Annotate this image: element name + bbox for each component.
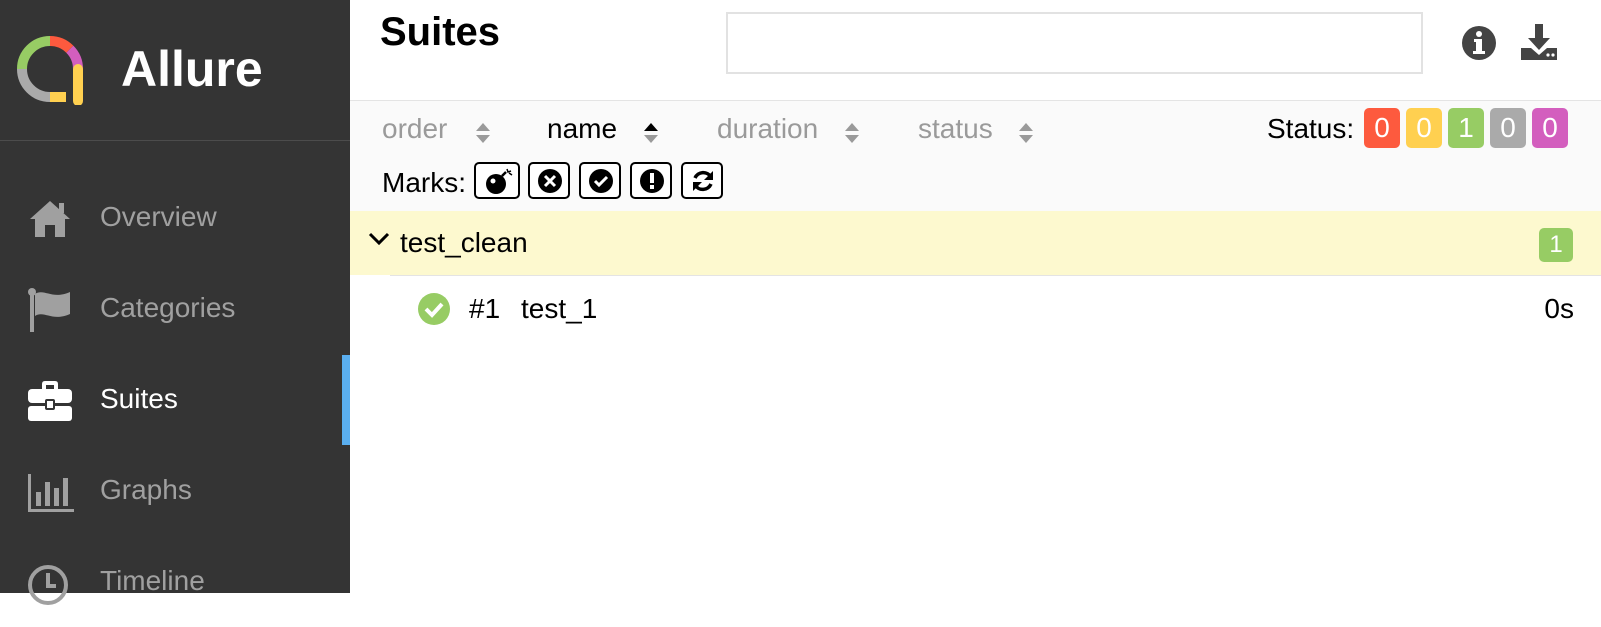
mark-new-passed-button[interactable] — [579, 162, 621, 199]
download-button[interactable] — [1518, 22, 1560, 64]
tree-group-row[interactable]: test_clean 1 — [350, 211, 1601, 275]
group-count-badge: 1 — [1539, 228, 1573, 262]
sort-status[interactable]: status — [918, 113, 1033, 145]
sidebar-item-label: Timeline — [100, 565, 205, 596]
clock-icon — [28, 565, 68, 605]
mark-new-failed-button[interactable] — [528, 162, 570, 199]
toolbar: order name duration status Status: 0 0 1… — [350, 100, 1601, 212]
bar-chart-icon — [28, 474, 74, 512]
sidebar-item-label: Overview — [100, 201, 217, 232]
status-filter-label: Status: — [1267, 113, 1355, 144]
group-name: test_clean — [400, 227, 528, 258]
info-button[interactable] — [1458, 22, 1500, 64]
sidebar-item-label: Categories — [100, 292, 236, 323]
times-circle-icon — [538, 169, 562, 193]
sidebar-item-graphs[interactable]: Graphs — [0, 446, 350, 536]
mark-new-broken-button[interactable] — [630, 162, 672, 199]
sort-order[interactable]: order — [382, 113, 490, 145]
status-filter-skipped[interactable]: 0 — [1490, 108, 1526, 148]
home-icon — [30, 201, 70, 237]
test-number: #1 — [469, 293, 501, 324]
sidebar-item-label: Graphs — [100, 474, 192, 505]
mark-retries-button[interactable] — [681, 162, 723, 199]
status-filter-passed[interactable]: 1 — [1448, 108, 1484, 148]
test-duration: 0s — [1544, 293, 1574, 324]
check-circle-icon — [589, 169, 613, 193]
bomb-icon — [486, 168, 513, 194]
page-title: Suites — [380, 10, 501, 54]
sort-duration[interactable]: duration — [717, 113, 859, 145]
allure-logo-icon — [17, 36, 83, 105]
sort-icon — [1019, 123, 1033, 143]
test-name: test_1 — [521, 293, 598, 324]
sidebar-item-categories[interactable]: Categories — [0, 264, 350, 354]
mark-flaky-button[interactable] — [474, 162, 520, 199]
sort-icon — [476, 123, 490, 143]
exclamation-circle-icon — [640, 169, 664, 193]
status-filter-failed[interactable]: 0 — [1364, 108, 1400, 148]
sidebar-item-timeline[interactable]: Timeline — [0, 537, 350, 627]
sidebar-item-suites[interactable]: Suites — [0, 355, 350, 445]
sort-icon — [845, 123, 859, 143]
sort-label: status — [918, 113, 993, 144]
sort-name[interactable]: name — [547, 113, 658, 145]
sidebar: Allure Overview Categories Suites Graphs… — [0, 0, 350, 605]
chevron-down-icon — [368, 232, 390, 246]
sort-label: order — [382, 113, 448, 144]
check-circle-icon — [418, 293, 450, 325]
sidebar-item-label: Suites — [100, 383, 178, 414]
sort-asc-icon — [644, 123, 658, 143]
sort-label: name — [547, 113, 618, 144]
brand-name: Allure — [121, 41, 263, 97]
active-marker — [342, 355, 350, 445]
status-filter-unknown[interactable]: 0 — [1532, 108, 1568, 148]
sidebar-item-overview[interactable]: Overview — [0, 173, 350, 263]
test-row[interactable]: #1 test_1 0s — [350, 276, 1601, 338]
briefcase-icon — [28, 381, 72, 421]
download-icon — [1521, 24, 1557, 60]
marks-label: Marks: — [382, 167, 466, 198]
flag-icon — [28, 288, 70, 332]
main-content: Suites order name duration status Status… — [350, 0, 1601, 593]
search-input[interactable] — [726, 12, 1423, 74]
info-icon — [1462, 26, 1496, 60]
brand[interactable]: Allure — [0, 0, 350, 141]
refresh-icon — [693, 170, 713, 192]
sort-label: duration — [717, 113, 819, 144]
status-filter-broken[interactable]: 0 — [1406, 108, 1442, 148]
